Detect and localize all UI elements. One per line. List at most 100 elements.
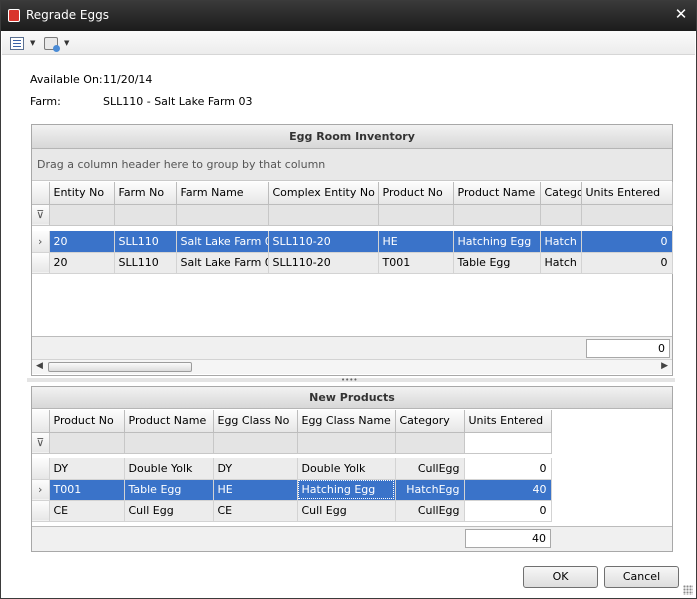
inventory-total: 0	[586, 339, 670, 358]
inventory-grid: Entity No Farm No Farm Name Complex Enti…	[32, 182, 673, 274]
table-row[interactable]: CE Cull Egg CE Cull Egg CullEgg 0	[32, 500, 552, 522]
cell[interactable]: SLL110-20	[268, 231, 379, 253]
cell[interactable]: Hatch Egg	[540, 231, 582, 253]
cell[interactable]: DY	[49, 458, 125, 480]
filter-cell[interactable]	[176, 204, 269, 226]
horizontal-scrollbar[interactable]: ◀ ▶	[32, 359, 672, 374]
col-units-entered[interactable]: Units Entered	[581, 182, 673, 205]
resize-grip-icon[interactable]	[683, 585, 693, 595]
filter-cell[interactable]	[268, 204, 379, 226]
row-indicator	[32, 252, 50, 274]
col-units-entered[interactable]: Units Entered	[464, 410, 552, 433]
table-row[interactable]: DY Double Yolk DY Double Yolk CullEgg 0	[32, 458, 552, 480]
filter-row[interactable]: ⊽	[32, 204, 673, 226]
options-icon	[44, 36, 60, 52]
cancel-button[interactable]: Cancel	[604, 566, 679, 588]
cell[interactable]: Hatch Egg	[540, 252, 582, 274]
col-product-no[interactable]: Product No	[378, 182, 454, 205]
filter-cell[interactable]	[464, 432, 552, 454]
col-product-name[interactable]: Product Name	[124, 410, 214, 433]
col-product-no[interactable]: Product No	[49, 410, 125, 433]
filter-cell[interactable]	[540, 204, 582, 226]
row-indicator-header	[32, 410, 50, 433]
group-by-area[interactable]: Drag a column header here to group by th…	[32, 149, 672, 181]
view-menu-button[interactable]: ▼	[10, 35, 35, 51]
cell[interactable]: Cull Egg	[124, 500, 214, 522]
cell[interactable]: Table Egg	[453, 252, 541, 274]
filter-cell[interactable]	[114, 204, 177, 226]
cell[interactable]: DY	[213, 458, 298, 480]
col-egg-class-name[interactable]: Egg Class Name	[297, 410, 396, 433]
col-complex-entity-no[interactable]: Complex Entity No	[268, 182, 379, 205]
inventory-summary-row: 0	[32, 336, 672, 359]
cell[interactable]: Hatching Egg	[453, 231, 541, 253]
cell[interactable]: Cull Egg	[297, 500, 396, 522]
units-entered-input[interactable]: 40	[464, 479, 552, 501]
filter-cell[interactable]	[453, 204, 541, 226]
current-row-icon: ›	[32, 231, 50, 253]
row-indicator	[32, 458, 50, 480]
cell[interactable]: 20	[49, 231, 115, 253]
farm-label: Farm:	[30, 95, 61, 108]
cell[interactable]: SLL110	[114, 231, 177, 253]
scroll-thumb[interactable]	[48, 362, 192, 372]
chevron-down-icon: ▼	[64, 39, 70, 47]
col-entity-no[interactable]: Entity No	[49, 182, 115, 205]
filter-cell[interactable]	[395, 432, 465, 454]
filter-cell[interactable]	[49, 204, 115, 226]
filter-cell[interactable]	[49, 432, 125, 454]
cell[interactable]: CullEgg	[395, 458, 465, 480]
window-title: Regrade Eggs	[26, 8, 109, 22]
cell[interactable]: SLL110	[114, 252, 177, 274]
cell[interactable]: CE	[49, 500, 125, 522]
scroll-right-icon[interactable]: ▶	[661, 361, 668, 371]
cell[interactable]: HE	[213, 479, 298, 501]
cell[interactable]: Salt Lake Farm 03	[176, 252, 269, 274]
col-product-name[interactable]: Product Name	[453, 182, 541, 205]
cell[interactable]: 20	[49, 252, 115, 274]
units-entered-input[interactable]: 0	[464, 500, 552, 522]
table-row[interactable]: › T001 Table Egg HE Hatching Egg HatchEg…	[32, 479, 552, 501]
cell[interactable]: Double Yolk	[124, 458, 214, 480]
table-row[interactable]: › 20 SLL110 Salt Lake Farm 03 SLL110-20 …	[32, 231, 673, 253]
panel-splitter[interactable]: ••••	[27, 377, 675, 384]
cell[interactable]: HatchEgg	[395, 479, 465, 501]
col-category[interactable]: Category	[540, 182, 582, 205]
filter-icon: ⊽	[32, 204, 50, 226]
filter-cell[interactable]	[213, 432, 298, 454]
cell[interactable]: Salt Lake Farm 03	[176, 231, 269, 253]
scroll-left-icon[interactable]: ◀	[36, 361, 43, 371]
filter-icon: ⊽	[32, 432, 50, 454]
table-row[interactable]: 20 SLL110 Salt Lake Farm 03 SLL110-20 T0…	[32, 252, 673, 274]
close-icon[interactable]: ✕	[672, 5, 690, 23]
col-category[interactable]: Category	[395, 410, 465, 433]
current-row-icon: ›	[32, 479, 50, 501]
cell[interactable]: SLL110-20	[268, 252, 379, 274]
units-entered-input[interactable]: 0	[464, 458, 552, 480]
filter-cell[interactable]	[581, 204, 673, 226]
col-farm-no[interactable]: Farm No	[114, 182, 177, 205]
col-egg-class-no[interactable]: Egg Class No	[213, 410, 298, 433]
cell[interactable]: CE	[213, 500, 298, 522]
ok-button[interactable]: OK	[523, 566, 598, 588]
filter-row[interactable]: ⊽	[32, 432, 552, 454]
title-bar[interactable]: Regrade Eggs ✕	[1, 1, 696, 31]
toolbar: ▼ ▼	[2, 31, 695, 55]
cell[interactable]: CullEgg	[395, 500, 465, 522]
filter-cell[interactable]	[124, 432, 214, 454]
cell[interactable]: Hatching Egg	[297, 479, 396, 501]
available-on-label: Available On:	[30, 73, 103, 86]
filter-cell[interactable]	[378, 204, 454, 226]
cell[interactable]: T001	[378, 252, 454, 274]
cell[interactable]: 0	[581, 252, 673, 274]
cell[interactable]: Double Yolk	[297, 458, 396, 480]
filter-cell[interactable]	[297, 432, 396, 454]
options-menu-button[interactable]: ▼	[44, 35, 70, 52]
col-farm-name[interactable]: Farm Name	[176, 182, 269, 205]
new-products-summary-row: 40	[32, 526, 672, 551]
cell[interactable]: Table Egg	[124, 479, 214, 501]
cell[interactable]: 0	[581, 231, 673, 253]
row-indicator-header	[32, 182, 50, 205]
cell[interactable]: T001	[49, 479, 125, 501]
cell[interactable]: HE	[378, 231, 454, 253]
